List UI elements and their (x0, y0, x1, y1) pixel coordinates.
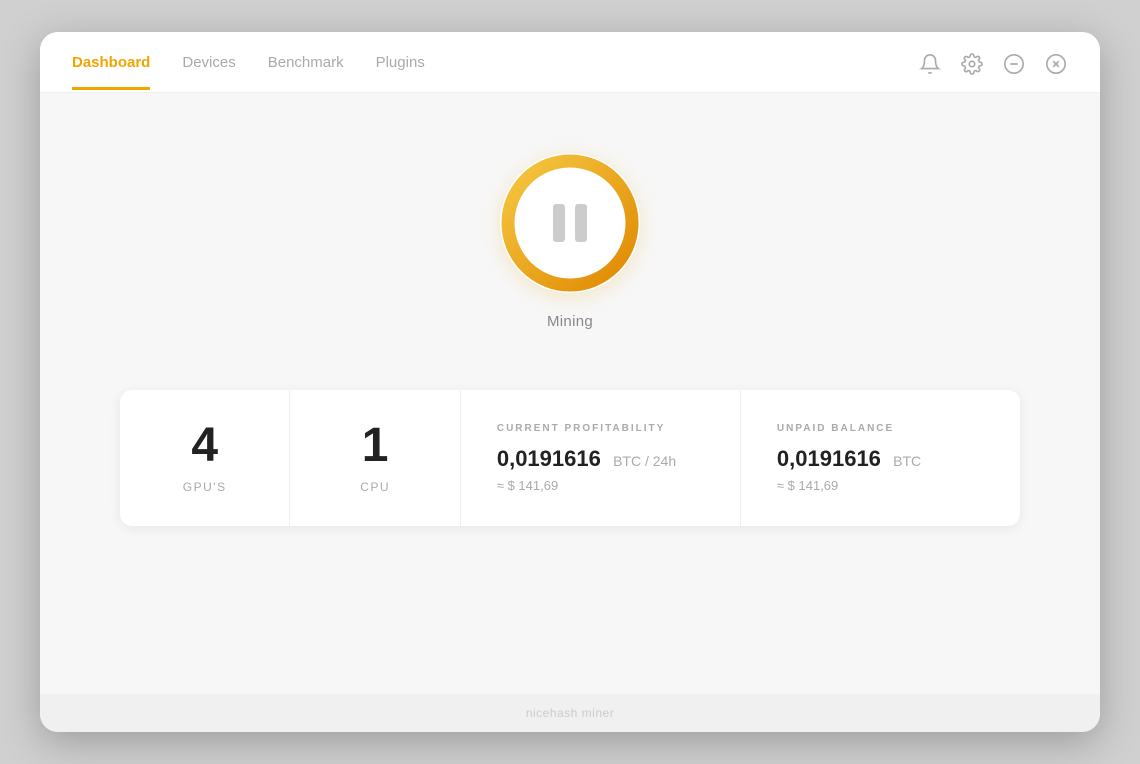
balance-section-label: UNPAID BALANCE (777, 423, 894, 434)
nav-item-plugins[interactable]: Plugins (376, 54, 425, 90)
settings-icon[interactable] (960, 52, 984, 76)
nav-item-benchmark[interactable]: Benchmark (268, 54, 344, 90)
balance-btc-value: 0,0191616 (777, 446, 881, 471)
pause-icon (553, 204, 587, 242)
mining-status-label: Mining (547, 313, 593, 330)
profitability-btc: 0,0191616 BTC / 24h (497, 446, 676, 472)
mining-toggle-button[interactable] (500, 153, 640, 293)
gpu-count: 4 (191, 422, 218, 470)
balance-usd: ≈ $ 141,69 (777, 478, 838, 493)
bell-icon[interactable] (918, 52, 942, 76)
nav-left: Dashboard Devices Benchmark Plugins (72, 54, 425, 90)
cpu-label: CPU (360, 480, 390, 494)
profitability-usd: ≈ $ 141,69 (497, 478, 558, 493)
app-window: Dashboard Devices Benchmark Plugins (40, 32, 1100, 732)
balance-btc: 0,0191616 BTC (777, 446, 921, 472)
mining-button-wrapper: Mining (500, 153, 640, 330)
nav-item-devices[interactable]: Devices (182, 54, 235, 90)
main-content: Mining 4 GPU'S 1 CPU CURRENT PROFITABILI… (40, 93, 1100, 694)
gpu-stat-card: 4 GPU'S (120, 390, 290, 526)
bottom-bar: nicehash miner (40, 694, 1100, 732)
nav-item-dashboard[interactable]: Dashboard (72, 54, 150, 90)
profitability-section-label: CURRENT PROFITABILITY (497, 423, 665, 434)
bottom-hint-text: nicehash miner (526, 706, 614, 720)
balance-btc-unit: BTC (893, 453, 921, 469)
close-icon[interactable] (1044, 52, 1068, 76)
stats-row: 4 GPU'S 1 CPU CURRENT PROFITABILITY 0,01… (120, 390, 1020, 526)
balance-card: UNPAID BALANCE 0,0191616 BTC ≈ $ 141,69 (741, 390, 1020, 526)
cpu-stat-card: 1 CPU (290, 390, 460, 526)
nav-right (918, 52, 1068, 92)
profitability-btc-value: 0,0191616 (497, 446, 601, 471)
nav-bar: Dashboard Devices Benchmark Plugins (40, 32, 1100, 93)
cpu-count: 1 (362, 422, 389, 470)
gpu-label: GPU'S (183, 480, 227, 494)
profitability-btc-unit: BTC / 24h (613, 453, 676, 469)
profitability-card: CURRENT PROFITABILITY 0,0191616 BTC / 24… (461, 390, 741, 526)
minimize-icon[interactable] (1002, 52, 1026, 76)
